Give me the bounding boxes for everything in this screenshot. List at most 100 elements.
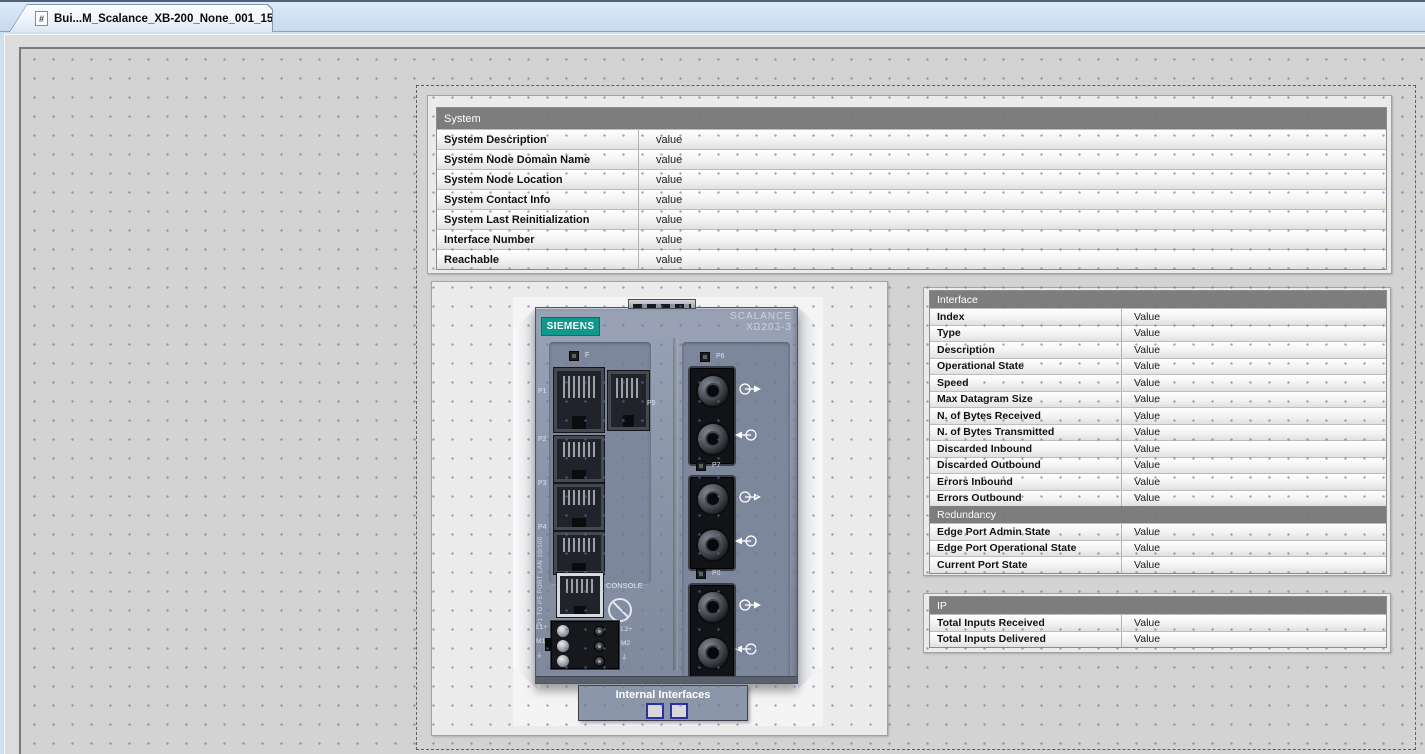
interface-table: Interface Index Value Type Value Descrip… [929, 290, 1387, 574]
table-row: Edge Port Admin State Value [930, 523, 1386, 540]
row-label-cell: Reachable [437, 250, 639, 269]
terminal-screw [556, 654, 570, 668]
fiber-connector [696, 528, 730, 562]
row-value-cell: value [639, 210, 1386, 229]
row-value-cell: Value [1122, 615, 1386, 631]
tx-arrow-icon [738, 382, 762, 396]
table-section-header: Interface [930, 291, 1386, 308]
device-model-label: SCALANCE XB205-3 [730, 311, 792, 333]
terminal-screw [594, 641, 605, 652]
editor-frame: System System Description value System N… [0, 32, 1425, 754]
row-label-cell: Index [930, 309, 1122, 325]
row-label-cell: Errors Outbound [930, 491, 1122, 507]
row-label-cell: System Contact Info [437, 190, 639, 209]
tx-arrow-icon [738, 490, 762, 504]
row-value-cell: Value [1122, 425, 1386, 441]
row-value-cell: Value [1122, 524, 1386, 540]
row-label-cell: Discarded Inbound [930, 441, 1122, 457]
row-label-cell: Discarded Outbound [930, 458, 1122, 474]
fiber-connector [696, 590, 730, 624]
power-label: ⏚ [621, 651, 637, 665]
internal-interface-indicator[interactable] [670, 703, 688, 719]
led-p6 [700, 352, 710, 362]
row-label-cell: Total Inputs Received [930, 615, 1122, 631]
table-row: Index Value [930, 308, 1386, 325]
row-value-cell: Value [1122, 408, 1386, 424]
scalance-switch-image: SIEMENS SCALANCE XB205-3 F [535, 307, 798, 684]
power-label: M2 [621, 637, 637, 651]
port-label-p3: P3 [538, 480, 547, 488]
fiber-connector [696, 482, 730, 516]
rx-arrow-icon [734, 428, 758, 442]
power-label: L1+ [536, 621, 552, 635]
row-value-cell: Value [1122, 359, 1386, 375]
panel-tab[interactable]: # Bui...M_Scalance_XB-200_None_001_150 × [10, 5, 272, 32]
table-row: System Description value [437, 129, 1386, 149]
faceplate-groove [673, 338, 678, 671]
row-value-cell: Value [1122, 557, 1386, 573]
row-value-cell: Value [1122, 541, 1386, 557]
table-row: Discarded Inbound Value [930, 440, 1386, 457]
row-label-cell: Max Datagram Size [930, 392, 1122, 408]
table-row: Speed Value [930, 374, 1386, 391]
editor-window: # Bui...M_Scalance_XB-200_None_001_150 ×… [0, 0, 1425, 754]
table-row: Edge Port Operational State Value [930, 540, 1386, 557]
internal-interfaces-bar: Internal Interfaces [578, 685, 748, 721]
row-value-cell: Value [1122, 632, 1386, 648]
table-row: Description Value [930, 341, 1386, 358]
din-rail-clip [628, 299, 696, 309]
fiber-housing-p8 [690, 585, 734, 677]
table-section-header: Redundancy [930, 506, 1386, 523]
fiber-housing-p7 [690, 477, 734, 569]
system-table: System System Description value System N… [436, 107, 1387, 270]
row-label-cell: System Description [437, 130, 639, 149]
row-value-cell: Value [1122, 474, 1386, 490]
row-value-cell: Value [1122, 375, 1386, 391]
internal-interface-indicator[interactable] [646, 703, 664, 719]
row-value-cell: value [639, 250, 1386, 269]
fiber-port-section: P6 [682, 342, 790, 683]
table-row: Type Value [930, 325, 1386, 342]
row-value-cell: Value [1122, 491, 1386, 507]
port-label-p2: P2 [538, 436, 547, 444]
tx-arrow-icon [738, 598, 762, 612]
ip-table: IP Total Inputs Received Value Total Inp… [929, 596, 1387, 648]
terminal-screw [556, 639, 570, 653]
row-value-cell: Value [1122, 392, 1386, 408]
table-row: N. of Bytes Received Value [930, 407, 1386, 424]
fiber-connector [696, 422, 730, 456]
row-label-cell: System Node Location [437, 170, 639, 189]
rj45-port-p5 [608, 371, 649, 430]
table-row: Discarded Outbound Value [930, 457, 1386, 474]
terminal-screw [594, 656, 605, 667]
row-label-cell: Edge Port Operational State [930, 541, 1122, 557]
row-label-cell: System Node Domain Name [437, 150, 639, 169]
device-panel[interactable]: SIEMENS SCALANCE XB205-3 F [431, 281, 888, 736]
table-section-header: System [437, 108, 1386, 129]
table-row: Errors Inbound Value [930, 473, 1386, 490]
led-p8 [696, 569, 706, 579]
power-labels-right: L2+M2⏚ [621, 623, 637, 665]
row-label-cell: Speed [930, 375, 1122, 391]
power-terminal-block [551, 621, 619, 669]
terminal-screw [556, 624, 570, 638]
editor-canvas[interactable]: System System Description value System N… [19, 47, 1425, 754]
console-port [557, 573, 603, 617]
no-access-icon [608, 598, 632, 622]
table-row: Current Port State Value [930, 556, 1386, 573]
tab-close-icon[interactable]: × [288, 12, 296, 25]
table-row: Reachable value [437, 249, 1386, 269]
table-row: System Node Location value [437, 169, 1386, 189]
row-label-cell: Edge Port Admin State [930, 524, 1122, 540]
table-row: System Contact Info value [437, 189, 1386, 209]
device-bottom-edge [536, 676, 797, 683]
led-label-p7: P7 [712, 462, 721, 470]
table-row: Total Inputs Received Value [930, 614, 1386, 631]
table-row: N. of Bytes Transmitted Value [930, 424, 1386, 441]
fiber-connector [696, 374, 730, 408]
row-value-cell: value [639, 130, 1386, 149]
row-value-cell: value [639, 170, 1386, 189]
row-label-cell: System Last Reinitialization [437, 210, 639, 229]
row-label-cell: Total Inputs Delivered [930, 632, 1122, 648]
power-label: M1 [536, 635, 552, 649]
